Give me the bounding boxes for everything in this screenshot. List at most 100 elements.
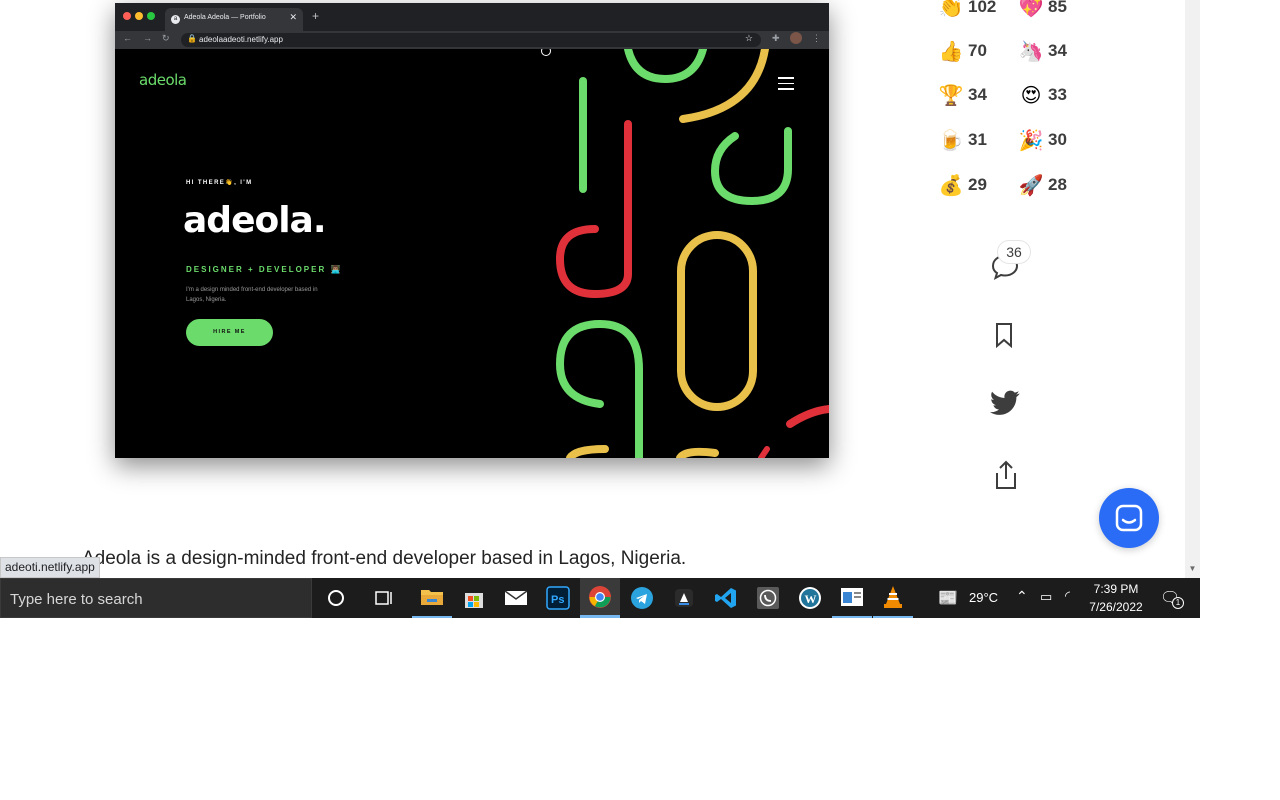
taskbar-telegram[interactable] (622, 578, 662, 618)
twitter-share-button[interactable] (988, 386, 1022, 420)
site-greeting: HI THERE👋, I'M (186, 180, 253, 186)
lock-icon: 🔒 (187, 34, 197, 43)
screenshot-address-bar: 🔒 adeolaadeoti.netlify.app ☆ (181, 33, 761, 47)
taskbar-store[interactable] (454, 578, 494, 618)
tab-title: Adeola Adeola — Portfolio (184, 14, 266, 21)
red-arc-bottom (786, 405, 829, 428)
reaction-heart[interactable]: 💖 85 (1016, 0, 1067, 22)
beer-icon: 🍺 (938, 128, 964, 152)
chat-icon (1115, 504, 1143, 532)
profile-avatar (790, 32, 802, 44)
reaction-party-popper[interactable]: 🎉 30 (1016, 125, 1067, 155)
window-app-icon (841, 588, 863, 606)
cortana-icon (328, 590, 344, 606)
reaction-count: 34 (968, 85, 987, 104)
money-bag-icon: 💰 (938, 173, 964, 197)
green-arc-top (624, 49, 707, 84)
notification-count-badge: 1 (1172, 597, 1184, 609)
scroll-down-arrow-icon[interactable]: ▼ (1185, 562, 1200, 576)
battery-icon[interactable]: ▭ (1040, 589, 1052, 605)
svg-text:W: W (805, 592, 817, 606)
reaction-money-bag[interactable]: 💰 29 (936, 170, 987, 200)
twitter-icon (990, 390, 1020, 415)
telegram-icon (631, 587, 653, 609)
taskbar-file-explorer[interactable] (412, 578, 452, 618)
show-hidden-icons-chevron-icon[interactable]: ⌃ (1016, 588, 1028, 605)
reaction-count: 33 (1048, 85, 1067, 104)
reaction-thumbs-up[interactable]: 👍 70 (936, 36, 987, 66)
screenshot-toolbar: ← → ↻ 🔒 adeolaadeoti.netlify.app ☆ ✚ ⋮ (115, 31, 829, 49)
rocket-icon: 🚀 (1018, 173, 1044, 197)
taskbar-mail[interactable] (496, 578, 536, 618)
chat-widget-button[interactable] (1099, 488, 1159, 548)
taskbar-search-box[interactable]: Type here to search (0, 578, 312, 618)
taskbar-photoshop[interactable]: Ps (538, 578, 578, 618)
taskbar-whatsapp[interactable] (748, 578, 788, 618)
folder-icon (421, 590, 443, 605)
maximize-dot (147, 12, 155, 20)
clapping-hands-icon: 👏 (938, 0, 964, 19)
red-j-shape (555, 120, 632, 299)
forward-icon: → (143, 33, 152, 43)
taskbar-vscode[interactable] (706, 578, 746, 618)
taskbar-search-placeholder: Type here to search (10, 591, 143, 608)
close-dot (123, 12, 131, 20)
mail-icon (504, 590, 528, 605)
cortana-button[interactable] (316, 578, 356, 618)
article-paragraph: Adeola is a design-minded front-end deve… (82, 548, 687, 569)
vscode-icon (715, 588, 736, 608)
taskbar-figma-app[interactable] (664, 578, 704, 618)
heart-eyes-icon: 😍 (1020, 83, 1042, 107)
reaction-trophy[interactable]: 🏆 34 (936, 80, 987, 110)
green-hook (555, 319, 643, 458)
svg-text:Ps: Ps (551, 594, 564, 606)
green-u-shape (710, 127, 792, 206)
unicorn-icon: 🦄 (1018, 39, 1044, 63)
yellow-arc-bottom-mid (676, 447, 719, 458)
reaction-count: 30 (1048, 130, 1067, 149)
reaction-rocket[interactable]: 🚀 28 (1016, 170, 1067, 200)
taskbar-vlc[interactable] (873, 578, 913, 618)
decorative-shapes (555, 49, 829, 458)
reload-icon: ↻ (162, 33, 170, 43)
taskbar-wordpress[interactable]: W (790, 578, 830, 618)
bookmark-button[interactable] (987, 318, 1021, 352)
share-icon (996, 460, 1016, 489)
portfolio-viewport: adeola HI THERE👋, I'M adeola. DESIGNER +… (115, 49, 829, 458)
reaction-count: 102 (968, 0, 997, 16)
red-line-bottom (758, 446, 770, 458)
windows-taskbar: Type here to search Ps W 📰 29°C ⌃ ▭ ◜ 7:… (0, 578, 1200, 618)
news-widget-icon[interactable]: 📰 (938, 588, 958, 608)
star-icon: ☆ (744, 33, 753, 43)
taskbar-clock[interactable]: 7:39 PM 7/26/2022 (1085, 580, 1147, 616)
blog-page: a Adeola Adeola — Portfolio ✕ + ← → ↻ 🔒 … (0, 0, 1200, 578)
taskbar-date: 7/26/2022 (1089, 600, 1143, 614)
reaction-count: 29 (968, 175, 987, 194)
taskbar-time: 7:39 PM (1093, 582, 1139, 596)
wifi-icon[interactable]: ◜ (1065, 588, 1070, 604)
screenshot-titlebar: a Adeola Adeola — Portfolio ✕ + (115, 3, 829, 31)
task-view-icon (375, 591, 392, 605)
party-popper-icon: 🎉 (1018, 128, 1044, 152)
site-logo: adeola (139, 71, 187, 89)
bookmark-icon (996, 323, 1012, 348)
weather-temperature[interactable]: 29°C (969, 590, 998, 605)
portfolio-screenshot: a Adeola Adeola — Portfolio ✕ + ← → ↻ 🔒 … (115, 3, 829, 458)
app-icon (675, 589, 693, 607)
taskbar-chrome[interactable] (580, 578, 620, 618)
minimize-dot (135, 12, 143, 20)
chrome-icon (589, 585, 611, 608)
reaction-heart-eyes[interactable]: 😍 33 (1016, 80, 1067, 110)
reaction-clap[interactable]: 👏 102 (936, 0, 997, 22)
reaction-unicorn[interactable]: 🦄 34 (1016, 36, 1067, 66)
task-view-button[interactable] (364, 578, 404, 618)
new-tab-icon: + (312, 9, 320, 23)
share-button[interactable] (989, 458, 1023, 492)
reaction-count: 31 (968, 130, 987, 149)
vertical-scrollbar[interactable] (1185, 0, 1200, 578)
kebab-menu-icon: ⋮ (812, 33, 821, 43)
taskbar-news-app[interactable] (832, 578, 872, 618)
yellow-arc-bottom-left (566, 445, 609, 458)
reaction-beer[interactable]: 🍺 31 (936, 125, 987, 155)
reaction-count: 34 (1048, 41, 1067, 60)
